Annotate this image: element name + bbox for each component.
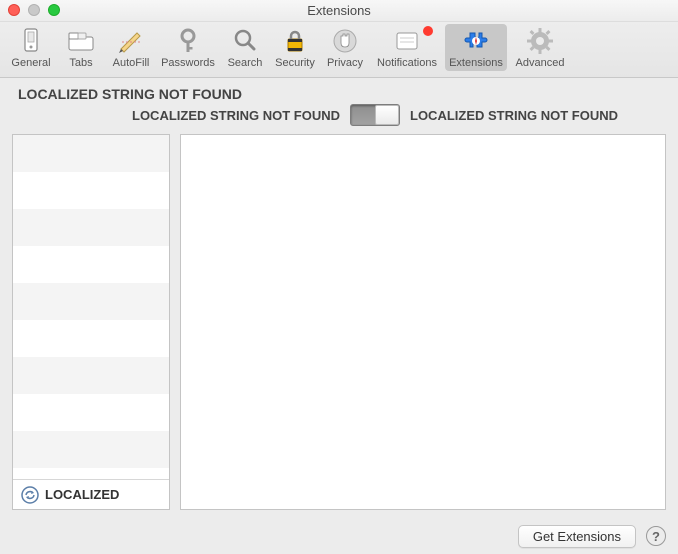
window-title: Extensions — [307, 3, 371, 18]
list-row — [13, 320, 169, 357]
extensions-list[interactable] — [13, 135, 169, 479]
key-icon — [173, 26, 203, 56]
tab-label: Security — [275, 57, 315, 69]
header-error-text: LOCALIZED STRING NOT FOUND — [12, 84, 666, 102]
titlebar: Extensions — [0, 0, 678, 22]
window-controls — [8, 4, 60, 16]
list-row — [13, 431, 169, 468]
tab-privacy[interactable]: Privacy — [321, 24, 369, 71]
list-row — [13, 357, 169, 394]
tabs-icon — [66, 26, 96, 56]
extensions-sidebar: LOCALIZED — [12, 134, 170, 510]
close-window-button[interactable] — [8, 4, 20, 16]
notifications-icon — [392, 26, 422, 56]
tab-label: Search — [228, 57, 263, 69]
minimize-window-button[interactable] — [28, 4, 40, 16]
list-row — [13, 394, 169, 431]
tab-tabs[interactable]: Tabs — [57, 24, 105, 71]
toggle-knob — [375, 105, 399, 125]
toggle-row: LOCALIZED STRING NOT FOUND LOCALIZED STR… — [132, 102, 666, 134]
tab-label: Privacy — [327, 57, 363, 69]
panes: LOCALIZED — [12, 134, 666, 510]
zoom-window-button[interactable] — [48, 4, 60, 16]
preferences-window: Extensions General Tabs — [0, 0, 678, 554]
gear-icon — [525, 26, 555, 56]
extensions-toggle[interactable] — [350, 104, 400, 126]
tab-security[interactable]: Security — [271, 24, 319, 71]
tab-label: Passwords — [161, 57, 215, 69]
notification-badge — [423, 26, 433, 36]
search-icon — [230, 26, 260, 56]
tab-autofill[interactable]: AutoFill — [107, 24, 155, 71]
tab-notifications[interactable]: Notifications — [371, 24, 443, 71]
tab-label: Extensions — [449, 57, 503, 69]
list-row — [13, 172, 169, 209]
toggle-right-label: LOCALIZED STRING NOT FOUND — [410, 108, 618, 123]
list-row — [13, 209, 169, 246]
tab-label: AutoFill — [113, 57, 150, 69]
help-button[interactable]: ? — [646, 526, 666, 546]
tab-advanced[interactable]: Advanced — [509, 24, 571, 71]
tab-label: Tabs — [69, 57, 92, 69]
tab-passwords[interactable]: Passwords — [157, 24, 219, 71]
tab-extensions[interactable]: Extensions — [445, 24, 507, 71]
get-extensions-button[interactable]: Get Extensions — [518, 525, 636, 548]
extension-detail-pane — [180, 134, 666, 510]
preferences-toolbar: General Tabs AutoFill — [0, 22, 678, 78]
updates-icon — [21, 486, 39, 504]
list-row — [13, 246, 169, 283]
sidebar-footer-label: LOCALIZED — [45, 487, 119, 502]
tab-general[interactable]: General — [7, 24, 55, 71]
tab-label: Advanced — [516, 57, 565, 69]
extensions-icon — [461, 26, 491, 56]
content-area: LOCALIZED STRING NOT FOUND LOCALIZED STR… — [0, 78, 678, 518]
tab-label: Notifications — [377, 57, 437, 69]
toggle-left-label: LOCALIZED STRING NOT FOUND — [132, 108, 340, 123]
general-icon — [16, 26, 46, 56]
list-row — [13, 283, 169, 320]
sidebar-updates-row[interactable]: LOCALIZED — [13, 479, 169, 509]
autofill-icon — [116, 26, 146, 56]
hand-icon — [330, 26, 360, 56]
bottom-bar: Get Extensions ? — [0, 518, 678, 554]
lock-icon — [280, 26, 310, 56]
tab-label: General — [11, 57, 50, 69]
list-row — [13, 135, 169, 172]
tab-search[interactable]: Search — [221, 24, 269, 71]
